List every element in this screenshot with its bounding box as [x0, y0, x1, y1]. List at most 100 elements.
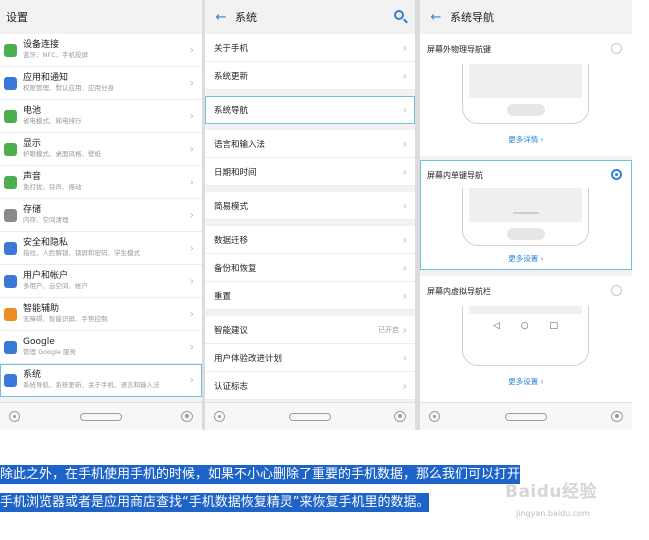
user-icon: [4, 274, 17, 288]
settings-title: 设置: [6, 11, 28, 24]
system-item-label: 重置: [214, 291, 232, 302]
settings-item[interactable]: Google 管理 Google 服务 ›: [0, 331, 202, 364]
chevron-right-icon: ›: [189, 274, 194, 288]
option-single-key[interactable]: 屏幕内单键导航 更多设置 ›: [420, 160, 632, 270]
storage-icon: [4, 208, 17, 222]
chevron-right-icon: ›: [402, 351, 407, 364]
settings-item-subtitle: 权限管理、默认应用、应用分身: [23, 84, 114, 92]
option-title: 屏幕外物理导航键: [427, 45, 491, 54]
home-key-icon: ○: [520, 321, 529, 331]
google-icon: [4, 340, 17, 354]
settings-item[interactable]: 电池 省电模式、耗电排行 ›: [0, 100, 202, 133]
settings-item-label: 显示: [23, 139, 42, 149]
nav-dot-icon[interactable]: [214, 411, 225, 422]
eye-icon[interactable]: [611, 411, 623, 422]
system-item[interactable]: 简易模式 ›: [205, 192, 415, 220]
more-settings-link[interactable]: 更多设置 ›: [420, 253, 632, 264]
system-item[interactable]: 认证标志 ›: [205, 372, 415, 400]
apps-icon: [4, 76, 17, 90]
back-arrow-icon[interactable]: ←: [426, 10, 446, 25]
phone-illustration: ◁ ○ □: [462, 306, 589, 366]
virtual-nav-keys: ◁ ○ □: [493, 321, 558, 331]
settings-item-label: 应用和通知: [23, 73, 69, 83]
settings-item-subtitle: 蓝牙、NFC、手机投屏: [23, 51, 89, 59]
option-virtual-bar[interactable]: 屏幕内虚拟导航栏 ◁ ○ □ 更多设置 ›: [420, 276, 632, 404]
eye-icon[interactable]: [181, 411, 193, 422]
search-icon[interactable]: [393, 9, 409, 25]
nav-dot-icon[interactable]: [429, 411, 440, 422]
settings-item-label: 声音: [23, 172, 42, 182]
chevron-right-icon: ›: [189, 373, 194, 387]
home-pill-icon[interactable]: [80, 413, 122, 421]
home-pill-icon[interactable]: [505, 413, 547, 421]
system-item[interactable]: 语言和输入法 ›: [205, 130, 415, 158]
system-nav-title: 系统导航: [450, 11, 494, 24]
system-item-label: 备份和恢复: [214, 263, 257, 274]
radio-button[interactable]: [611, 285, 622, 296]
system-list: 关于手机 › 系统更新 › 系统导航 › 语言和输入法 › 日期和时间 › 简易模式 › 数据迁移 › 备份…: [205, 34, 415, 400]
system-item-label: 认证标志: [214, 381, 249, 392]
chevron-right-icon: ›: [402, 103, 407, 116]
settings-item-label: 存储: [23, 205, 42, 215]
settings-item-subtitle: 护眼模式、桌面风格、壁纸: [23, 150, 101, 158]
chevron-right-icon: ›: [402, 289, 407, 302]
recent-key-icon: □: [549, 321, 558, 331]
system-item[interactable]: 系统更新 ›: [205, 62, 415, 90]
system-navigation-screen: ← 系统导航 屏幕外物理导航键 更多详情 › 屏幕内单键导航 更多设置 › 屏幕…: [420, 0, 632, 430]
system-item[interactable]: 备份和恢复 ›: [205, 254, 415, 282]
option-title: 屏幕内单键导航: [427, 171, 483, 180]
settings-item-label: 系统: [23, 370, 42, 380]
system-item[interactable]: 智能建议 已开启 ›: [205, 316, 415, 344]
radio-button-selected[interactable]: [611, 169, 622, 180]
security-icon: [4, 241, 17, 255]
settings-item-label: 智能辅助: [23, 304, 60, 314]
system-item[interactable]: 系统导航 ›: [205, 96, 415, 124]
system-screen: ← 系统 关于手机 › 系统更新 › 系统导航 › 语言和输入法 › 日期和时间 › 简易模式 › 数据…: [205, 0, 415, 430]
system-item[interactable]: 用户体验改进计划 ›: [205, 344, 415, 372]
system-item[interactable]: 关于手机 ›: [205, 34, 415, 62]
watermark-url: jingyan.baidu.com: [516, 509, 590, 518]
device-link-icon: [4, 43, 17, 57]
settings-list: 设备连接 蓝牙、NFC、手机投屏 › 应用和通知 权限管理、默认应用、应用分身 › 电池 省电…: [0, 34, 202, 397]
settings-item-subtitle: 无障碍、智能识屏、手势控制: [23, 315, 108, 323]
settings-item[interactable]: 存储 内存、空间清理 ›: [0, 199, 202, 232]
more-details-link[interactable]: 更多详情 ›: [420, 134, 632, 145]
system-item[interactable]: 日期和时间 ›: [205, 158, 415, 186]
settings-item[interactable]: 智能辅助 无障碍、智能识屏、手势控制 ›: [0, 298, 202, 331]
chevron-right-icon: ›: [189, 109, 194, 123]
option-physical-keys[interactable]: 屏幕外物理导航键 更多详情 ›: [420, 34, 632, 156]
screenshot-stage: 设置 设备连接 蓝牙、NFC、手机投屏 › 应用和通知 权限管理、默认应用、应用分身 › 电…: [0, 0, 649, 540]
back-arrow-icon[interactable]: ←: [211, 10, 231, 25]
settings-item[interactable]: 设备连接 蓝牙、NFC、手机投屏 ›: [0, 34, 202, 67]
settings-item[interactable]: 安全和隐私 指纹、人脸解锁、锁屏和密码、学生模式 ›: [0, 232, 202, 265]
system-item[interactable]: 数据迁移 ›: [205, 226, 415, 254]
system-header: ← 系统: [205, 0, 415, 34]
settings-item-subtitle: 多用户、云空间、帐户: [23, 282, 88, 290]
settings-item[interactable]: 声音 免打扰、铃声、振动 ›: [0, 166, 202, 199]
chevron-right-icon: ›: [402, 137, 407, 150]
chevron-right-icon: ›: [189, 307, 194, 321]
system-nav-header: ← 系统导航: [420, 0, 632, 34]
nav-dot-icon[interactable]: [9, 411, 20, 422]
settings-item[interactable]: 系统 系统导航、系统更新、关于手机、语言和输入法 ›: [0, 364, 202, 397]
more-settings-link[interactable]: 更多设置 ›: [420, 376, 632, 387]
chevron-right-icon: ›: [402, 379, 407, 392]
settings-item[interactable]: 用户和帐户 多用户、云空间、帐户 ›: [0, 265, 202, 298]
chevron-right-icon: ›: [189, 208, 194, 222]
settings-item[interactable]: 显示 护眼模式、桌面风格、壁纸 ›: [0, 133, 202, 166]
system-icon: [4, 373, 17, 387]
eye-icon[interactable]: [394, 411, 406, 422]
settings-item-label: Google: [23, 337, 55, 347]
battery-icon: [4, 109, 17, 123]
settings-item[interactable]: 应用和通知 权限管理、默认应用、应用分身 ›: [0, 67, 202, 100]
settings-item-subtitle: 省电模式、耗电排行: [23, 117, 82, 125]
system-item[interactable]: 重置 ›: [205, 282, 415, 310]
system-item-label: 关于手机: [214, 43, 249, 54]
system-item-label: 智能建议: [214, 325, 249, 336]
chevron-right-icon: ›: [189, 76, 194, 90]
system-item-label: 语言和输入法: [214, 139, 266, 150]
radio-button[interactable]: [611, 43, 622, 54]
settings-item-subtitle: 系统导航、系统更新、关于手机、语言和输入法: [23, 381, 160, 389]
home-pill-icon[interactable]: [289, 413, 331, 421]
caption-line-1: 除此之外，在手机使用手机的时候，如果不小心删除了重要的手机数据，那么我们可以打开: [0, 465, 521, 484]
